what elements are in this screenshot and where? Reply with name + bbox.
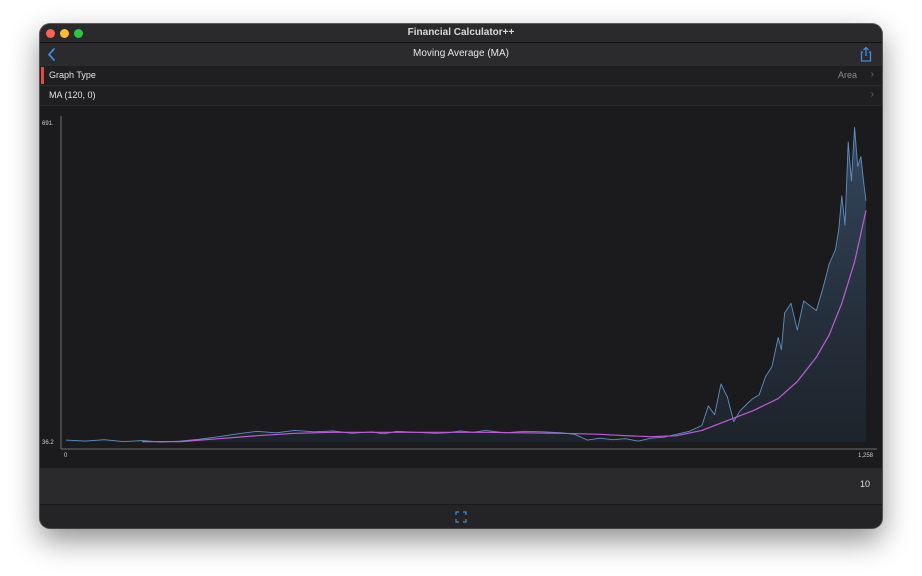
graph-type-label: Graph Type: [49, 70, 96, 80]
y-tick-max: 691.: [42, 121, 54, 127]
graph-type-row[interactable]: Graph Type Area ›: [40, 66, 882, 86]
row-accent-marker: [41, 67, 44, 84]
navigation-bar: Moving Average (MA): [40, 43, 882, 66]
chart-container: 691. 36.2 0 1,258: [40, 106, 882, 466]
x-tick-min: 0: [64, 453, 68, 459]
x-tick-max: 1,258: [858, 453, 874, 459]
ma-parameters-label: MA (120, 0): [49, 90, 96, 100]
moving-average-chart: 691. 36.2 0 1,258: [42, 116, 877, 459]
y-tick-min: 36.2: [42, 440, 54, 446]
bottom-panel: 10: [40, 468, 882, 504]
expand-icon[interactable]: [455, 511, 467, 523]
bottom-value: 10: [859, 479, 870, 489]
window-title: Financial Calculator++: [407, 27, 515, 38]
price-area-fill: [66, 127, 866, 443]
footer-bar: [40, 504, 882, 528]
graph-type-value: Area: [837, 70, 857, 80]
chevron-right-icon: ›: [870, 69, 874, 80]
share-icon[interactable]: [858, 46, 874, 63]
title-bar: Financial Calculator++: [40, 24, 882, 43]
ma-parameters-row[interactable]: MA (120, 0) ›: [40, 86, 882, 106]
price-series-line: [65, 126, 867, 443]
page-title: Moving Average (MA): [413, 48, 509, 59]
app-window: Financial Calculator++ Moving Average (M…: [40, 24, 882, 528]
chevron-right-icon: ›: [870, 89, 874, 100]
